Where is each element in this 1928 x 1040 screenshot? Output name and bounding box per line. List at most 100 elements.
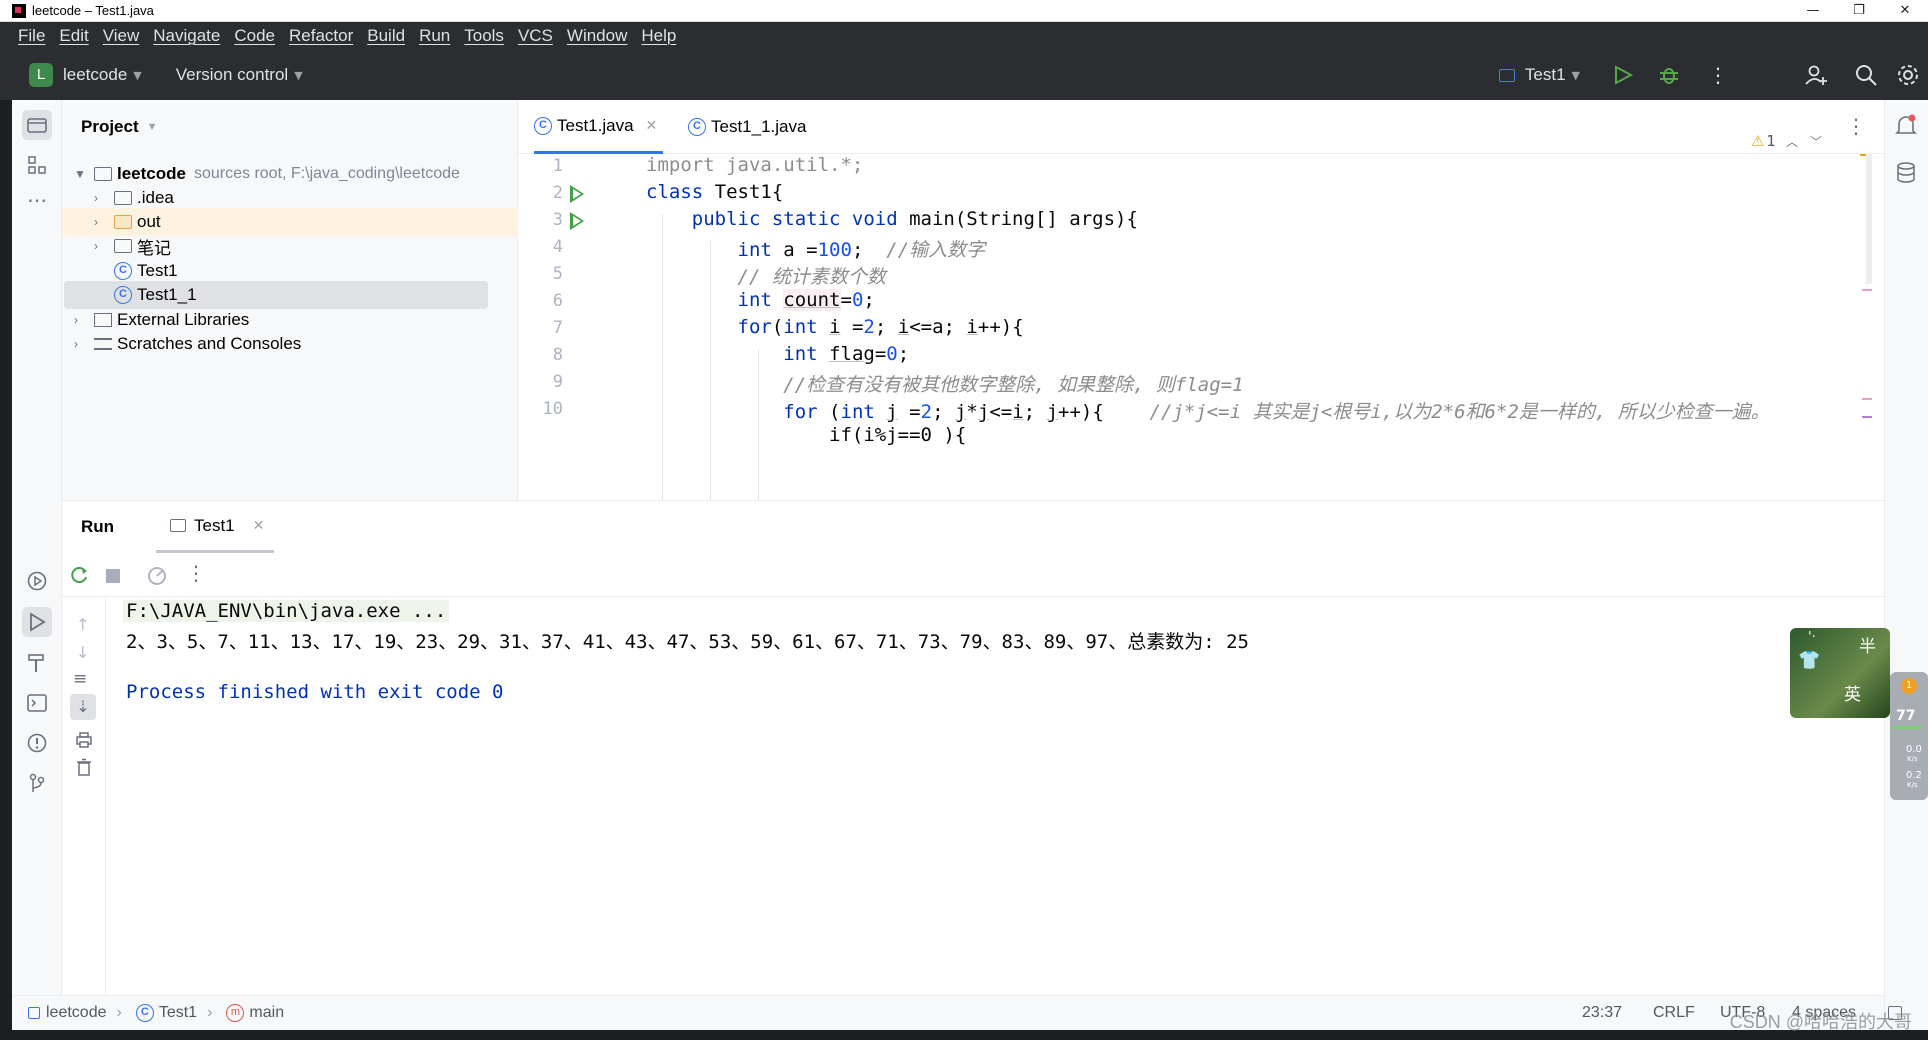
menu-navigate[interactable]: Navigate bbox=[153, 26, 220, 46]
ime-width-mode[interactable]: 半 bbox=[1859, 632, 1876, 657]
previous-highlight-icon[interactable]: ︿ bbox=[1786, 133, 1798, 150]
run-toolbar: ⋮ bbox=[62, 553, 1884, 597]
project-panel-header[interactable]: Project ▼ bbox=[62, 100, 517, 154]
menu-help[interactable]: Help bbox=[641, 26, 676, 46]
tree-item-test1-1[interactable]: C Test1_1 bbox=[64, 281, 488, 309]
cpu-usage: 77 bbox=[1896, 708, 1916, 724]
notifications-bell-icon[interactable] bbox=[1895, 114, 1917, 138]
scratches-icon bbox=[94, 338, 112, 350]
more-options-icon[interactable]: ⋮ bbox=[1708, 63, 1728, 87]
stop-icon[interactable] bbox=[106, 569, 120, 583]
menu-window[interactable]: Window bbox=[567, 26, 627, 46]
vcs-selector[interactable]: Version control bbox=[176, 65, 288, 85]
project-selector[interactable]: leetcode bbox=[63, 65, 127, 85]
ime-language-mode[interactable]: 英 bbox=[1844, 680, 1861, 705]
marker bbox=[1862, 289, 1872, 291]
code-area[interactable]: import java.util.*; class Test1{ public … bbox=[628, 154, 1838, 500]
breadcrumb-project[interactable]: leetcode bbox=[46, 1004, 107, 1022]
menu-edit[interactable]: Edit bbox=[59, 26, 88, 46]
next-highlight-icon[interactable]: ﹀ bbox=[1810, 133, 1822, 150]
run-tool-icon[interactable] bbox=[22, 607, 52, 637]
menu-code[interactable]: Code bbox=[234, 26, 275, 46]
run-config-icon bbox=[1498, 68, 1515, 82]
code-line-5: // 统计素数个数 bbox=[737, 266, 886, 288]
maximize-button[interactable]: ❐ bbox=[1836, 0, 1882, 22]
menu-view[interactable]: View bbox=[103, 26, 140, 46]
chevron-down-icon: ▼ bbox=[1571, 68, 1580, 82]
services-icon[interactable] bbox=[22, 566, 52, 596]
breadcrumb-method[interactable]: main bbox=[249, 1004, 284, 1022]
console-command-line[interactable]: F:\JAVA_ENV\bin\java.exe ... bbox=[123, 600, 450, 622]
chevron-right-icon: › bbox=[207, 1004, 213, 1021]
scroll-up-icon[interactable]: ↑ bbox=[76, 615, 89, 634]
rerun-icon[interactable] bbox=[70, 565, 90, 585]
project-tool-folder-icon[interactable] bbox=[22, 110, 52, 140]
terminal-icon[interactable] bbox=[22, 688, 52, 718]
upload-unit: K/s bbox=[1907, 755, 1918, 763]
database-icon[interactable] bbox=[1896, 162, 1916, 184]
tab-test1-1-java[interactable]: C Test1_1.java bbox=[688, 100, 806, 154]
status-bar: leetcode › C Test1 › m main 23:37 CRLF U… bbox=[12, 995, 1902, 1030]
breadcrumb-class[interactable]: Test1 bbox=[159, 1004, 197, 1022]
download-unit: K/s bbox=[1907, 781, 1918, 789]
line-number: 6 bbox=[552, 291, 563, 311]
close-tab-icon[interactable]: ✕ bbox=[646, 117, 658, 134]
console-output[interactable]: F:\JAVA_ENV\bin\java.exe ... 2、3、5、7、11、… bbox=[106, 597, 1884, 996]
editor-scroll-markers[interactable] bbox=[1860, 154, 1872, 418]
line-separator[interactable]: CRLF bbox=[1653, 1004, 1695, 1022]
tabs-more-icon[interactable]: ⋮ bbox=[1846, 114, 1866, 138]
tree-item-scratches[interactable]: › Scratches and Consoles bbox=[74, 330, 301, 358]
excluded-folder-icon bbox=[114, 215, 132, 229]
search-icon[interactable] bbox=[1854, 63, 1878, 87]
more-tools-icon[interactable]: ⋯ bbox=[22, 185, 52, 215]
settings-gear-icon[interactable] bbox=[1896, 63, 1920, 87]
chevron-right-icon: › bbox=[94, 239, 98, 253]
chevron-right-icon: › bbox=[74, 337, 78, 351]
tree-item-notes[interactable]: › 笔记 bbox=[94, 232, 171, 260]
scroll-down-icon[interactable]: ↓ bbox=[76, 643, 89, 662]
minimize-button[interactable]: — bbox=[1790, 0, 1836, 22]
project-badge-icon[interactable]: L bbox=[29, 63, 53, 87]
scroll-thumb[interactable] bbox=[1866, 154, 1872, 284]
print-icon[interactable] bbox=[75, 731, 93, 749]
module-icon bbox=[28, 1007, 40, 1019]
line-number: 5 bbox=[552, 264, 563, 284]
run-main-gutter-icon[interactable] bbox=[570, 212, 584, 230]
chevron-right-icon: › bbox=[94, 215, 98, 229]
ime-widget[interactable]: 👕 '· 半 英 bbox=[1790, 628, 1890, 718]
chevron-right-icon: › bbox=[74, 313, 78, 327]
build-hammer-icon[interactable] bbox=[22, 648, 52, 678]
run-tab-test1[interactable]: Test1 ✕ bbox=[156, 501, 275, 553]
run-icon[interactable] bbox=[1612, 64, 1634, 86]
line-number: 7 bbox=[552, 318, 563, 338]
menu-vcs[interactable]: VCS bbox=[518, 26, 553, 46]
alert-badge: 1 bbox=[1901, 678, 1917, 694]
close-button[interactable]: ✕ bbox=[1882, 0, 1928, 22]
soft-wrap-icon[interactable]: ≡ bbox=[73, 669, 87, 689]
csdn-watermark: CSDN @哈哈浩的大哥 bbox=[1729, 1012, 1912, 1032]
structure-icon[interactable] bbox=[22, 150, 52, 180]
scroll-to-end-icon[interactable]: ⇣ bbox=[70, 694, 96, 720]
code-line-2: class Test1{ bbox=[646, 181, 784, 203]
trash-icon[interactable] bbox=[75, 758, 93, 776]
run-config-selector[interactable]: Test1 bbox=[1525, 65, 1566, 85]
git-branch-icon[interactable] bbox=[22, 768, 52, 798]
menu-file[interactable]: File bbox=[18, 26, 45, 46]
cpu-bar bbox=[1894, 726, 1922, 729]
debug-icon[interactable] bbox=[1658, 64, 1680, 86]
run-class-gutter-icon[interactable] bbox=[570, 185, 584, 203]
snapshot-icon[interactable] bbox=[146, 565, 168, 585]
code-line-10: for (int j =2; j*j<=i; j++){ //j*j<=i 其实… bbox=[783, 401, 1770, 423]
code-line-4: int a =100; //输入数字 bbox=[737, 239, 986, 261]
menu-run[interactable]: Run bbox=[419, 26, 450, 46]
caret-position[interactable]: 23:37 bbox=[1582, 1004, 1622, 1022]
menu-refactor[interactable]: Refactor bbox=[289, 26, 353, 46]
tab-test1-java[interactable]: C Test1.java ✕ bbox=[534, 100, 664, 154]
inspection-widget[interactable]: ⚠ 1 ︿ ﹀ bbox=[1751, 132, 1822, 150]
menu-tools[interactable]: Tools bbox=[464, 26, 504, 46]
close-tab-icon[interactable]: ✕ bbox=[253, 517, 265, 534]
problems-icon[interactable] bbox=[22, 728, 52, 758]
more-options-icon[interactable]: ⋮ bbox=[186, 561, 206, 585]
add-user-icon[interactable] bbox=[1804, 63, 1828, 87]
menu-build[interactable]: Build bbox=[367, 26, 405, 46]
